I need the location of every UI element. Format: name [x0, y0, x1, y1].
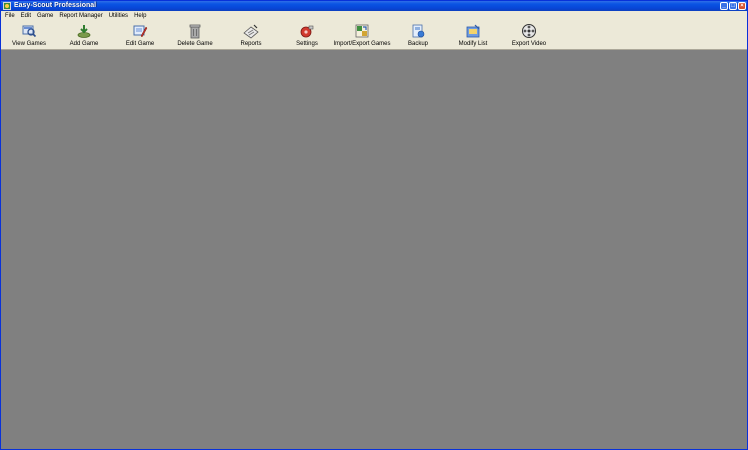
import-export-icon [355, 24, 369, 38]
delete-game-button[interactable]: Delete Game [167, 21, 223, 49]
menu-file[interactable]: File [1, 11, 18, 21]
title-bar[interactable]: Easy-Scout Professional _ □ × [1, 1, 747, 11]
app-icon[interactable] [3, 2, 11, 10]
view-games-icon [22, 25, 37, 38]
toolbar: View Games Add Game Edit Game Delete Gam… [1, 21, 747, 50]
modify-list-button[interactable]: Modify List [445, 21, 501, 49]
mdi-client-area[interactable] [1, 50, 747, 449]
backup-button[interactable]: Backup [390, 21, 446, 49]
menu-report-manager[interactable]: Report Manager [56, 11, 105, 21]
maximize-button[interactable]: □ [729, 2, 737, 10]
view-games-button[interactable]: View Games [1, 21, 57, 49]
window-title: Easy-Scout Professional [14, 2, 97, 9]
backup-icon [412, 24, 425, 38]
reports-icon [243, 24, 259, 39]
menu-bar: File Edit Game Report Manager Utilities … [1, 11, 747, 21]
app-window: Easy-Scout Professional _ □ × File Edit … [0, 0, 748, 450]
menu-game[interactable]: Game [34, 11, 56, 21]
edit-game-button[interactable]: Edit Game [112, 21, 168, 49]
window-controls: _ □ × [720, 2, 746, 10]
export-video-button[interactable]: Export Video [501, 21, 557, 49]
add-game-button[interactable]: Add Game [56, 21, 112, 49]
menu-utilities[interactable]: Utilities [106, 11, 131, 21]
settings-button[interactable]: Settings [279, 21, 335, 49]
modify-list-icon [466, 24, 480, 38]
close-button[interactable]: × [738, 2, 746, 10]
menu-help[interactable]: Help [131, 11, 149, 21]
import-export-games-button[interactable]: Import/Export Games [333, 21, 391, 49]
trash-can-icon [189, 24, 201, 39]
minimize-button[interactable]: _ [720, 2, 728, 10]
edit-game-icon [133, 25, 148, 38]
settings-icon [300, 25, 314, 38]
add-game-icon [77, 25, 91, 38]
film-reel-icon [522, 24, 536, 38]
reports-button[interactable]: Reports [223, 21, 279, 49]
menu-edit[interactable]: Edit [18, 11, 34, 21]
export-video-label: Export Video [511, 41, 547, 47]
